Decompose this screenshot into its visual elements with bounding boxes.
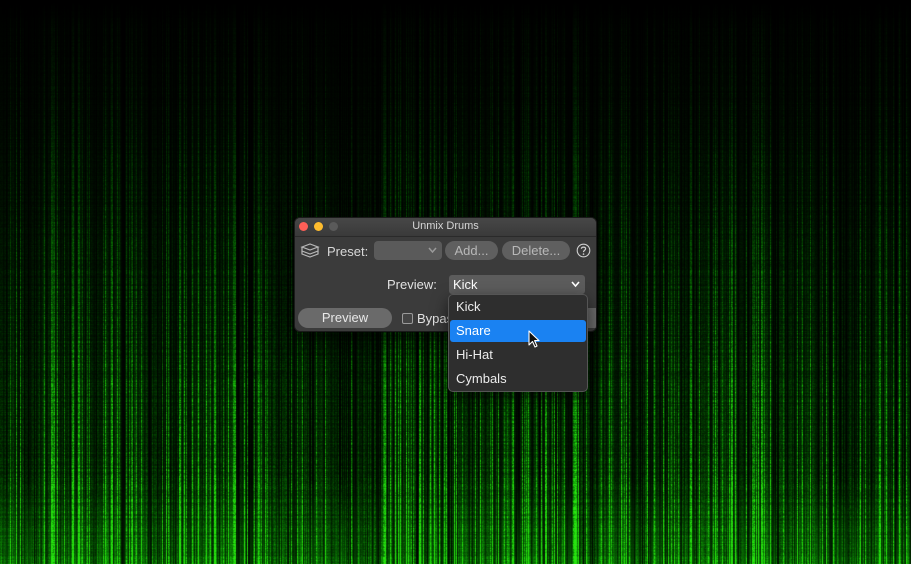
preview-label: Preview: xyxy=(387,277,437,292)
menu-item-snare[interactable]: Snare xyxy=(450,320,586,342)
help-icon[interactable] xyxy=(576,243,591,263)
preset-stack-icon[interactable] xyxy=(300,243,320,264)
menu-item-kick[interactable]: Kick xyxy=(450,296,586,318)
preview-button[interactable]: Preview xyxy=(298,308,392,328)
delete-preset-button[interactable]: Delete... xyxy=(502,241,570,260)
preset-toolbar: Preset: Add... Delete... xyxy=(295,237,596,265)
preview-select[interactable]: Kick xyxy=(449,275,585,294)
preview-select-value: Kick xyxy=(453,277,478,292)
title-bar[interactable]: Unmix Drums xyxy=(295,218,596,237)
menu-item-hi-hat[interactable]: Hi-Hat xyxy=(450,344,586,366)
preset-label: Preset: xyxy=(327,244,369,259)
menu-item-cymbals[interactable]: Cymbals xyxy=(450,368,586,390)
chevron-down-icon xyxy=(571,281,580,288)
mouse-pointer-icon xyxy=(528,330,540,353)
bypass-checkbox[interactable] xyxy=(402,313,413,324)
window-title: Unmix Drums xyxy=(412,220,479,232)
add-preset-button[interactable]: Add... xyxy=(445,241,498,260)
preset-select[interactable] xyxy=(374,241,442,260)
chevron-down-icon xyxy=(428,247,437,254)
preview-dropdown-menu: Kick Snare Hi-Hat Cymbals xyxy=(448,294,588,392)
